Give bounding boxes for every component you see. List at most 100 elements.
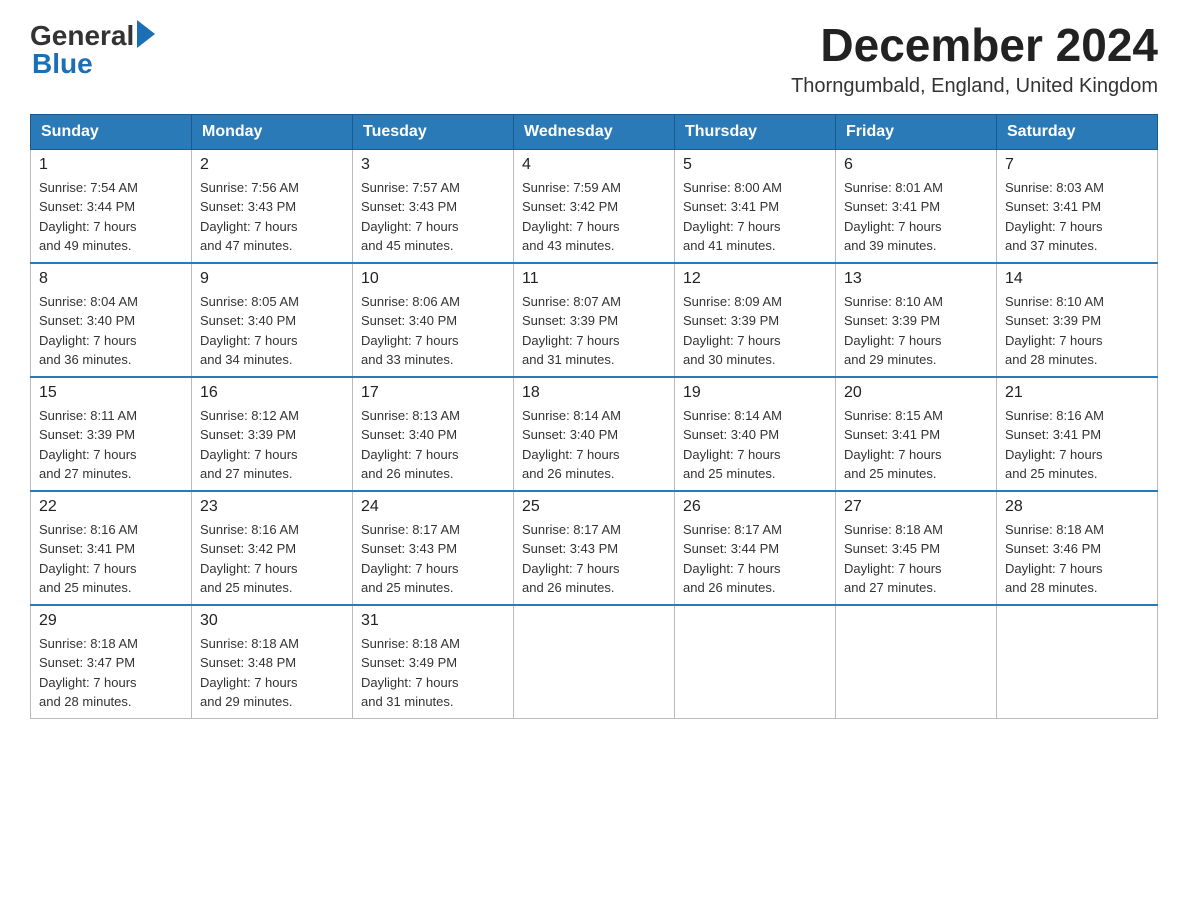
day-info: Sunrise: 8:10 AM Sunset: 3:39 PM Dayligh… — [844, 292, 988, 370]
month-year-title: December 2024 — [791, 20, 1158, 71]
day-number: 21 — [1005, 384, 1149, 402]
day-number: 24 — [361, 498, 505, 516]
table-row: 21 Sunrise: 8:16 AM Sunset: 3:41 PM Dayl… — [997, 377, 1158, 491]
day-info: Sunrise: 8:18 AM Sunset: 3:49 PM Dayligh… — [361, 634, 505, 712]
day-number: 22 — [39, 498, 183, 516]
logo-arrow-icon — [137, 20, 155, 48]
table-row: 6 Sunrise: 8:01 AM Sunset: 3:41 PM Dayli… — [836, 149, 997, 263]
col-monday: Monday — [192, 114, 353, 149]
location-subtitle: Thorngumbald, England, United Kingdom — [791, 75, 1158, 98]
day-info: Sunrise: 8:11 AM Sunset: 3:39 PM Dayligh… — [39, 406, 183, 484]
table-row: 29 Sunrise: 8:18 AM Sunset: 3:47 PM Dayl… — [31, 605, 192, 719]
table-row: 10 Sunrise: 8:06 AM Sunset: 3:40 PM Dayl… — [353, 263, 514, 377]
day-number: 30 — [200, 612, 344, 630]
table-row: 4 Sunrise: 7:59 AM Sunset: 3:42 PM Dayli… — [514, 149, 675, 263]
calendar-week-2: 8 Sunrise: 8:04 AM Sunset: 3:40 PM Dayli… — [31, 263, 1158, 377]
table-row: 8 Sunrise: 8:04 AM Sunset: 3:40 PM Dayli… — [31, 263, 192, 377]
day-info: Sunrise: 8:10 AM Sunset: 3:39 PM Dayligh… — [1005, 292, 1149, 370]
col-thursday: Thursday — [675, 114, 836, 149]
calendar-table: Sunday Monday Tuesday Wednesday Thursday… — [30, 114, 1158, 719]
table-row: 16 Sunrise: 8:12 AM Sunset: 3:39 PM Dayl… — [192, 377, 353, 491]
table-row: 14 Sunrise: 8:10 AM Sunset: 3:39 PM Dayl… — [997, 263, 1158, 377]
day-number: 3 — [361, 156, 505, 174]
day-info: Sunrise: 8:16 AM Sunset: 3:42 PM Dayligh… — [200, 520, 344, 598]
day-info: Sunrise: 8:13 AM Sunset: 3:40 PM Dayligh… — [361, 406, 505, 484]
table-row: 20 Sunrise: 8:15 AM Sunset: 3:41 PM Dayl… — [836, 377, 997, 491]
table-row: 18 Sunrise: 8:14 AM Sunset: 3:40 PM Dayl… — [514, 377, 675, 491]
day-number: 2 — [200, 156, 344, 174]
day-number: 9 — [200, 270, 344, 288]
day-info: Sunrise: 8:17 AM Sunset: 3:43 PM Dayligh… — [522, 520, 666, 598]
day-info: Sunrise: 8:18 AM Sunset: 3:46 PM Dayligh… — [1005, 520, 1149, 598]
day-info: Sunrise: 8:16 AM Sunset: 3:41 PM Dayligh… — [1005, 406, 1149, 484]
day-info: Sunrise: 8:18 AM Sunset: 3:48 PM Dayligh… — [200, 634, 344, 712]
table-row: 5 Sunrise: 8:00 AM Sunset: 3:41 PM Dayli… — [675, 149, 836, 263]
day-number: 16 — [200, 384, 344, 402]
day-info: Sunrise: 8:17 AM Sunset: 3:44 PM Dayligh… — [683, 520, 827, 598]
table-row — [997, 605, 1158, 719]
day-info: Sunrise: 8:17 AM Sunset: 3:43 PM Dayligh… — [361, 520, 505, 598]
calendar-week-1: 1 Sunrise: 7:54 AM Sunset: 3:44 PM Dayli… — [31, 149, 1158, 263]
table-row: 13 Sunrise: 8:10 AM Sunset: 3:39 PM Dayl… — [836, 263, 997, 377]
table-row: 9 Sunrise: 8:05 AM Sunset: 3:40 PM Dayli… — [192, 263, 353, 377]
day-info: Sunrise: 8:15 AM Sunset: 3:41 PM Dayligh… — [844, 406, 988, 484]
table-row: 27 Sunrise: 8:18 AM Sunset: 3:45 PM Dayl… — [836, 491, 997, 605]
calendar-header-row: Sunday Monday Tuesday Wednesday Thursday… — [31, 114, 1158, 149]
col-sunday: Sunday — [31, 114, 192, 149]
table-row: 25 Sunrise: 8:17 AM Sunset: 3:43 PM Dayl… — [514, 491, 675, 605]
day-number: 7 — [1005, 156, 1149, 174]
day-number: 12 — [683, 270, 827, 288]
day-number: 10 — [361, 270, 505, 288]
table-row: 31 Sunrise: 8:18 AM Sunset: 3:49 PM Dayl… — [353, 605, 514, 719]
page-header: General Blue December 2024 Thorngumbald,… — [30, 20, 1158, 98]
table-row — [836, 605, 997, 719]
title-block: December 2024 Thorngumbald, England, Uni… — [791, 20, 1158, 98]
day-info: Sunrise: 8:18 AM Sunset: 3:45 PM Dayligh… — [844, 520, 988, 598]
day-info: Sunrise: 8:09 AM Sunset: 3:39 PM Dayligh… — [683, 292, 827, 370]
day-number: 4 — [522, 156, 666, 174]
col-wednesday: Wednesday — [514, 114, 675, 149]
table-row: 26 Sunrise: 8:17 AM Sunset: 3:44 PM Dayl… — [675, 491, 836, 605]
table-row: 12 Sunrise: 8:09 AM Sunset: 3:39 PM Dayl… — [675, 263, 836, 377]
day-number: 26 — [683, 498, 827, 516]
table-row: 3 Sunrise: 7:57 AM Sunset: 3:43 PM Dayli… — [353, 149, 514, 263]
day-number: 14 — [1005, 270, 1149, 288]
table-row: 1 Sunrise: 7:54 AM Sunset: 3:44 PM Dayli… — [31, 149, 192, 263]
day-number: 20 — [844, 384, 988, 402]
day-number: 23 — [200, 498, 344, 516]
day-info: Sunrise: 7:59 AM Sunset: 3:42 PM Dayligh… — [522, 178, 666, 256]
day-info: Sunrise: 8:03 AM Sunset: 3:41 PM Dayligh… — [1005, 178, 1149, 256]
table-row: 28 Sunrise: 8:18 AM Sunset: 3:46 PM Dayl… — [997, 491, 1158, 605]
day-number: 8 — [39, 270, 183, 288]
day-info: Sunrise: 7:56 AM Sunset: 3:43 PM Dayligh… — [200, 178, 344, 256]
table-row — [514, 605, 675, 719]
day-info: Sunrise: 8:06 AM Sunset: 3:40 PM Dayligh… — [361, 292, 505, 370]
calendar-week-3: 15 Sunrise: 8:11 AM Sunset: 3:39 PM Dayl… — [31, 377, 1158, 491]
logo-blue-text: Blue — [32, 48, 93, 80]
col-friday: Friday — [836, 114, 997, 149]
table-row: 22 Sunrise: 8:16 AM Sunset: 3:41 PM Dayl… — [31, 491, 192, 605]
day-number: 27 — [844, 498, 988, 516]
table-row: 19 Sunrise: 8:14 AM Sunset: 3:40 PM Dayl… — [675, 377, 836, 491]
day-info: Sunrise: 8:18 AM Sunset: 3:47 PM Dayligh… — [39, 634, 183, 712]
table-row: 15 Sunrise: 8:11 AM Sunset: 3:39 PM Dayl… — [31, 377, 192, 491]
day-number: 18 — [522, 384, 666, 402]
table-row: 2 Sunrise: 7:56 AM Sunset: 3:43 PM Dayli… — [192, 149, 353, 263]
logo: General Blue — [30, 20, 155, 80]
table-row: 7 Sunrise: 8:03 AM Sunset: 3:41 PM Dayli… — [997, 149, 1158, 263]
table-row: 30 Sunrise: 8:18 AM Sunset: 3:48 PM Dayl… — [192, 605, 353, 719]
day-number: 5 — [683, 156, 827, 174]
day-info: Sunrise: 8:05 AM Sunset: 3:40 PM Dayligh… — [200, 292, 344, 370]
day-number: 25 — [522, 498, 666, 516]
table-row: 23 Sunrise: 8:16 AM Sunset: 3:42 PM Dayl… — [192, 491, 353, 605]
day-info: Sunrise: 8:07 AM Sunset: 3:39 PM Dayligh… — [522, 292, 666, 370]
day-number: 19 — [683, 384, 827, 402]
table-row — [675, 605, 836, 719]
day-info: Sunrise: 8:14 AM Sunset: 3:40 PM Dayligh… — [683, 406, 827, 484]
table-row: 17 Sunrise: 8:13 AM Sunset: 3:40 PM Dayl… — [353, 377, 514, 491]
day-info: Sunrise: 7:54 AM Sunset: 3:44 PM Dayligh… — [39, 178, 183, 256]
day-number: 1 — [39, 156, 183, 174]
col-tuesday: Tuesday — [353, 114, 514, 149]
day-info: Sunrise: 8:12 AM Sunset: 3:39 PM Dayligh… — [200, 406, 344, 484]
day-info: Sunrise: 8:04 AM Sunset: 3:40 PM Dayligh… — [39, 292, 183, 370]
